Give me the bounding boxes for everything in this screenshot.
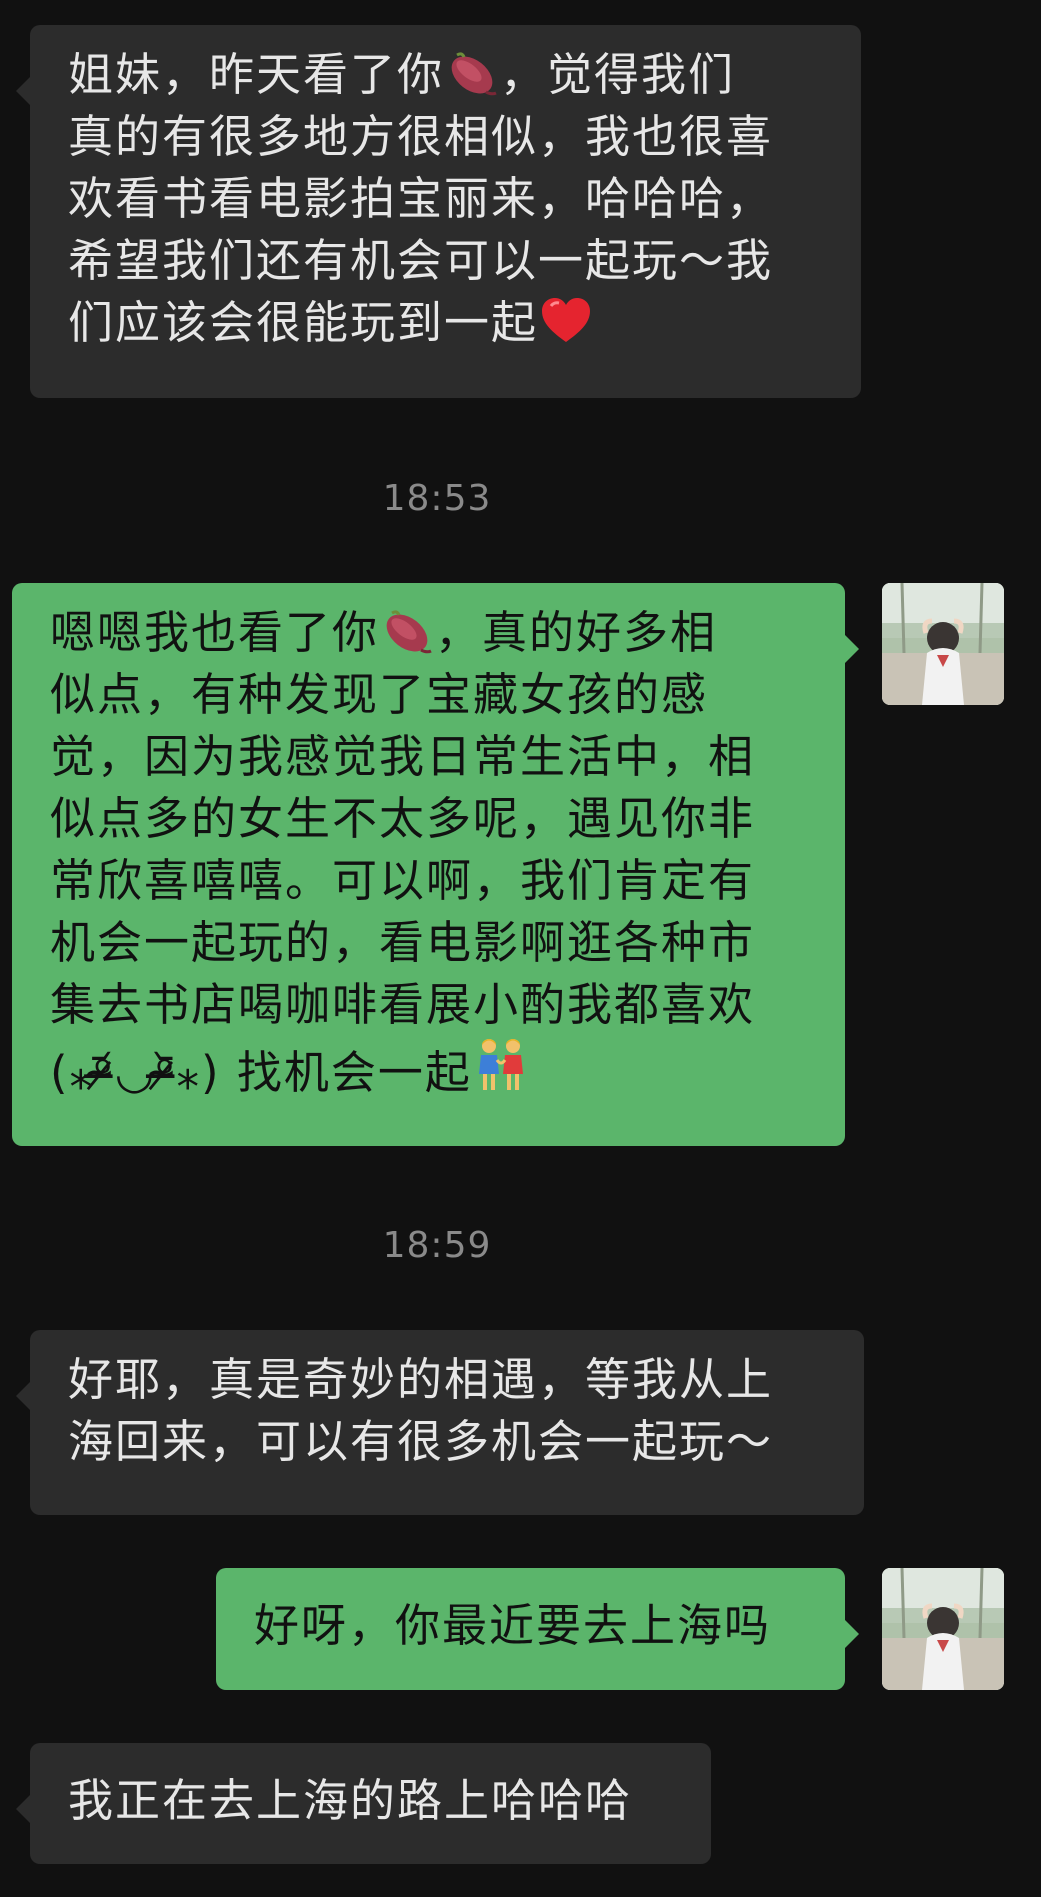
sweet-potato-icon	[444, 48, 500, 98]
incoming-message-bubble[interactable]: 我正在去上海的路上哈哈哈	[16, 1743, 711, 1864]
incoming-message-bubble[interactable]: 好耶，真是奇妙的相遇，等我从上 海回来，可以有很多机会一起玩～	[16, 1330, 864, 1515]
sweet-potato-icon	[379, 606, 435, 656]
red-heart-icon	[538, 294, 594, 346]
two-women-holding-hands-icon	[472, 1036, 530, 1096]
message-timestamp: 18:53	[382, 478, 492, 519]
message-text: 嗯嗯我也看了你	[50, 606, 380, 659]
message-text: ，真的好多相 似点，有种发现了宝藏女孩的感 觉，因为我感觉我日常生活中，相 似点…	[50, 606, 756, 1099]
message-text: 好耶，真是奇妙的相遇，等我从上 海回来，可以有很多机会一起玩～	[68, 1353, 774, 1468]
message-text: 好呀，你最近要去上海吗	[254, 1599, 772, 1652]
outgoing-message-bubble[interactable]: 好呀，你最近要去上海吗	[216, 1568, 859, 1690]
chat-message-list[interactable]: 姐妹，昨天看了你 ，觉得我们 真的有很多地方很相似，我也很喜 欢看书看电影拍宝丽…	[0, 0, 1041, 1897]
user-avatar[interactable]	[882, 1568, 1004, 1690]
message-text: 我正在去上海的路上哈哈哈	[68, 1774, 633, 1827]
user-avatar[interactable]	[882, 583, 1004, 705]
message-timestamp: 18:59	[382, 1225, 492, 1266]
outgoing-message-bubble[interactable]: 嗯嗯我也看了你 ，真的好多相 似点，有种发现了宝藏女孩的感 觉，因为我感觉我日常…	[12, 583, 859, 1146]
incoming-message-bubble[interactable]: 姐妹，昨天看了你 ，觉得我们 真的有很多地方很相似，我也很喜 欢看书看电影拍宝丽…	[16, 25, 861, 398]
message-text: 姐妹，昨天看了你	[68, 48, 445, 101]
